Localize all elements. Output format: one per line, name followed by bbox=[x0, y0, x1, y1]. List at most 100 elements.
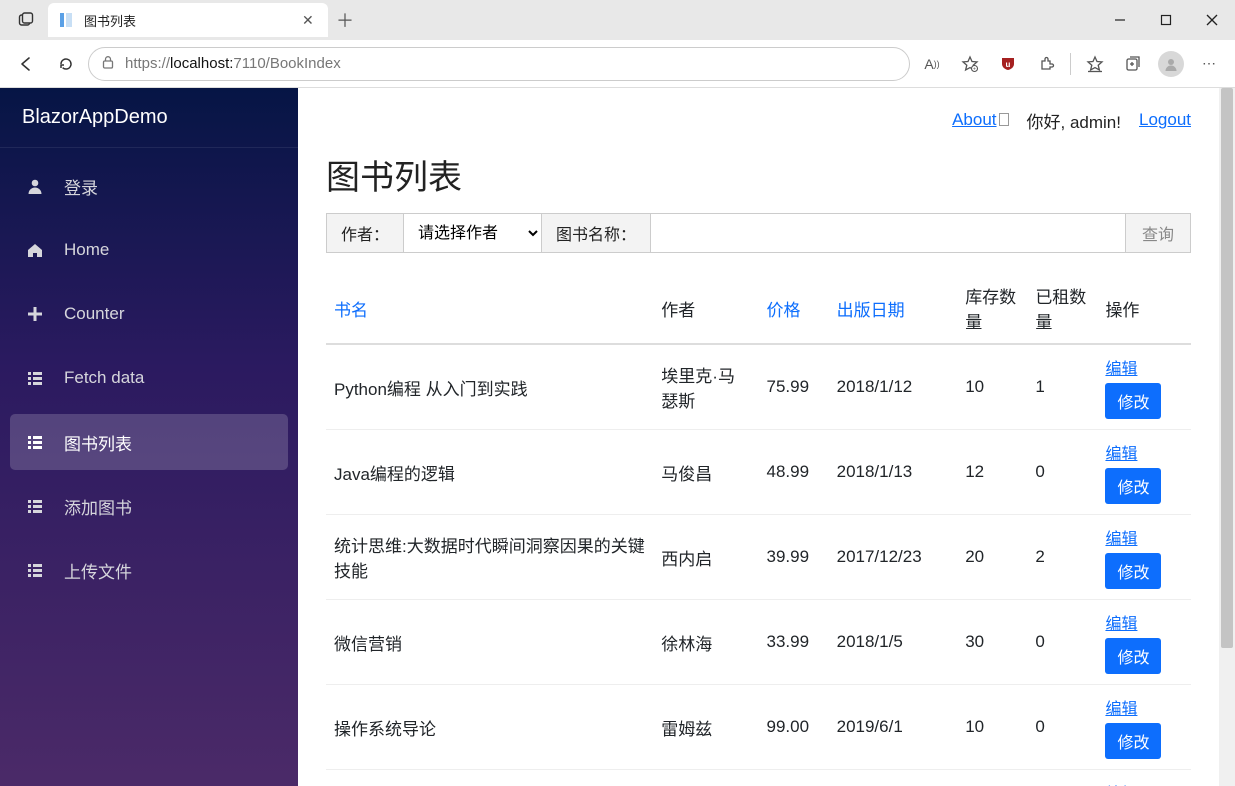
sidebar-item-login[interactable]: 登录 bbox=[10, 158, 288, 214]
cell-stock: 10 bbox=[957, 685, 1027, 770]
collections-icon[interactable] bbox=[1115, 46, 1151, 82]
modify-button[interactable]: 修改 bbox=[1105, 638, 1161, 674]
th-pubdate[interactable]: 出版日期 bbox=[837, 301, 905, 320]
cell-stock: 10 bbox=[957, 344, 1027, 430]
url-input[interactable]: https://localhost:7110/BookIndex bbox=[88, 47, 910, 81]
th-title[interactable]: 书名 bbox=[334, 301, 368, 320]
favorites-bar-icon[interactable] bbox=[1077, 46, 1113, 82]
top-bar: About 你好, admin! Logout bbox=[326, 104, 1191, 136]
cell-author: 徐林海 bbox=[653, 600, 758, 685]
cell-title: Python编程 从入门到实践 bbox=[326, 344, 653, 430]
home-icon bbox=[24, 241, 46, 259]
browser-tab[interactable]: 图书列表 ✕ bbox=[48, 3, 328, 37]
app-brand[interactable]: BlazorAppDemo bbox=[0, 88, 298, 148]
author-select[interactable]: 请选择作者 bbox=[404, 214, 542, 252]
cell-pubdate: 2018/1/5 bbox=[829, 600, 958, 685]
bookname-input[interactable] bbox=[651, 214, 1125, 252]
sidebar-item-label: 上传文件 bbox=[64, 558, 132, 583]
th-rented: 已租数量 bbox=[1027, 273, 1097, 344]
title-bar: 图书列表 ✕ ＋ bbox=[0, 0, 1235, 40]
scrollbar-thumb[interactable] bbox=[1221, 88, 1233, 648]
sidebar-item-fetchdata[interactable]: Fetch data bbox=[10, 350, 288, 406]
modify-button[interactable]: 修改 bbox=[1105, 553, 1161, 589]
logout-link[interactable]: Logout bbox=[1139, 110, 1191, 130]
list-icon bbox=[24, 497, 46, 515]
cell-stock: 12 bbox=[957, 430, 1027, 515]
profile-avatar[interactable] bbox=[1153, 46, 1189, 82]
edit-link[interactable]: 编辑 bbox=[1105, 525, 1183, 549]
edit-link[interactable]: 编辑 bbox=[1105, 695, 1183, 719]
cell-rented: 0 bbox=[1027, 685, 1097, 770]
about-link[interactable]: About bbox=[952, 110, 996, 129]
sidebar-item-counter[interactable]: Counter bbox=[10, 286, 288, 342]
cell-price: 75.99 bbox=[758, 344, 828, 430]
cell-title: 微信营销 bbox=[326, 600, 653, 685]
books-table: 书名 作者 价格 出版日期 库存数量 已租数量 操作 Python编程 从入门到… bbox=[326, 273, 1191, 786]
sidebar-item-label: Home bbox=[64, 240, 109, 260]
cell-action: 编辑修改 bbox=[1097, 430, 1191, 515]
extensions-icon[interactable] bbox=[1028, 46, 1064, 82]
cell-price: 99.00 bbox=[758, 685, 828, 770]
read-aloud-icon[interactable]: A)) bbox=[914, 46, 950, 82]
more-menu-icon[interactable]: ⋯ bbox=[1191, 46, 1227, 82]
address-bar: https://localhost:7110/BookIndex A)) + u bbox=[0, 40, 1235, 88]
cell-rented: 1 bbox=[1027, 344, 1097, 430]
scrollbar[interactable] bbox=[1219, 88, 1235, 786]
tab-close-icon[interactable]: ✕ bbox=[302, 12, 318, 29]
sidebar-item-label: 图书列表 bbox=[64, 430, 132, 455]
new-tab-button[interactable]: ＋ bbox=[328, 7, 362, 33]
list-icon bbox=[24, 369, 46, 387]
sidebar-item-addbook[interactable]: 添加图书 bbox=[10, 478, 288, 534]
edit-link[interactable]: 编辑 bbox=[1105, 780, 1183, 786]
back-button[interactable] bbox=[8, 46, 44, 82]
table-row: Java编程的逻辑马俊昌48.992018/1/13120编辑修改 bbox=[326, 430, 1191, 515]
cell-price: 33.99 bbox=[758, 600, 828, 685]
url-text: https://localhost:7110/BookIndex bbox=[125, 55, 341, 72]
cell-author: 西内启 bbox=[653, 515, 758, 600]
table-row: 微信营销徐林海33.992018/1/5300编辑修改 bbox=[326, 600, 1191, 685]
th-stock: 库存数量 bbox=[957, 273, 1027, 344]
tabs-overview-button[interactable] bbox=[8, 4, 44, 36]
th-action: 操作 bbox=[1097, 273, 1191, 344]
search-button[interactable]: 查询 bbox=[1125, 214, 1190, 252]
edit-link[interactable]: 编辑 bbox=[1105, 610, 1183, 634]
cell-author: 马俊昌 bbox=[653, 430, 758, 515]
list-icon bbox=[24, 561, 46, 579]
sidebar-item-upload[interactable]: 上传文件 bbox=[10, 542, 288, 598]
refresh-button[interactable] bbox=[48, 46, 84, 82]
table-row: 编辑 bbox=[326, 770, 1191, 786]
table-row: 操作系统导论雷姆兹99.002019/6/1100编辑修改 bbox=[326, 685, 1191, 770]
cell-pubdate: 2018/1/13 bbox=[829, 430, 958, 515]
cell-title: Java编程的逻辑 bbox=[326, 430, 653, 515]
edit-link[interactable]: 编辑 bbox=[1105, 355, 1183, 379]
window-minimize-button[interactable] bbox=[1097, 4, 1143, 36]
cell-title: 操作系统导论 bbox=[326, 685, 653, 770]
window-close-button[interactable] bbox=[1189, 4, 1235, 36]
cell-title: 统计思维:大数据时代瞬间洞察因果的关键技能 bbox=[326, 515, 653, 600]
th-price[interactable]: 价格 bbox=[766, 301, 800, 320]
table-row: Python编程 从入门到实践埃里克·马瑟斯75.992018/1/12101编… bbox=[326, 344, 1191, 430]
sidebar-item-label: Counter bbox=[64, 304, 124, 324]
sidebar-item-home[interactable]: Home bbox=[10, 222, 288, 278]
plus-icon bbox=[24, 305, 46, 323]
cell-price: 48.99 bbox=[758, 430, 828, 515]
cell-author: 雷姆兹 bbox=[653, 685, 758, 770]
favorite-icon[interactable]: + bbox=[952, 46, 988, 82]
tab-title: 图书列表 bbox=[84, 11, 292, 30]
sidebar-item-label: Fetch data bbox=[64, 368, 144, 388]
edit-link[interactable]: 编辑 bbox=[1105, 440, 1183, 464]
cell-action: 编辑修改 bbox=[1097, 685, 1191, 770]
cell-action: 编辑修改 bbox=[1097, 600, 1191, 685]
greeting-text: 你好, admin! bbox=[1027, 108, 1121, 133]
modify-button[interactable]: 修改 bbox=[1105, 383, 1161, 419]
browser-chrome: 图书列表 ✕ ＋ https://localhost:7110/BookInde… bbox=[0, 0, 1235, 88]
cell-stock: 20 bbox=[957, 515, 1027, 600]
window-maximize-button[interactable] bbox=[1143, 4, 1189, 36]
page-title: 图书列表 bbox=[326, 150, 1191, 199]
sidebar-item-booklist[interactable]: 图书列表 bbox=[10, 414, 288, 470]
svg-text:u: u bbox=[1006, 60, 1011, 69]
modify-button[interactable]: 修改 bbox=[1105, 468, 1161, 504]
ublock-icon[interactable]: u bbox=[990, 46, 1026, 82]
modify-button[interactable]: 修改 bbox=[1105, 723, 1161, 759]
cell-pubdate: 2019/6/1 bbox=[829, 685, 958, 770]
